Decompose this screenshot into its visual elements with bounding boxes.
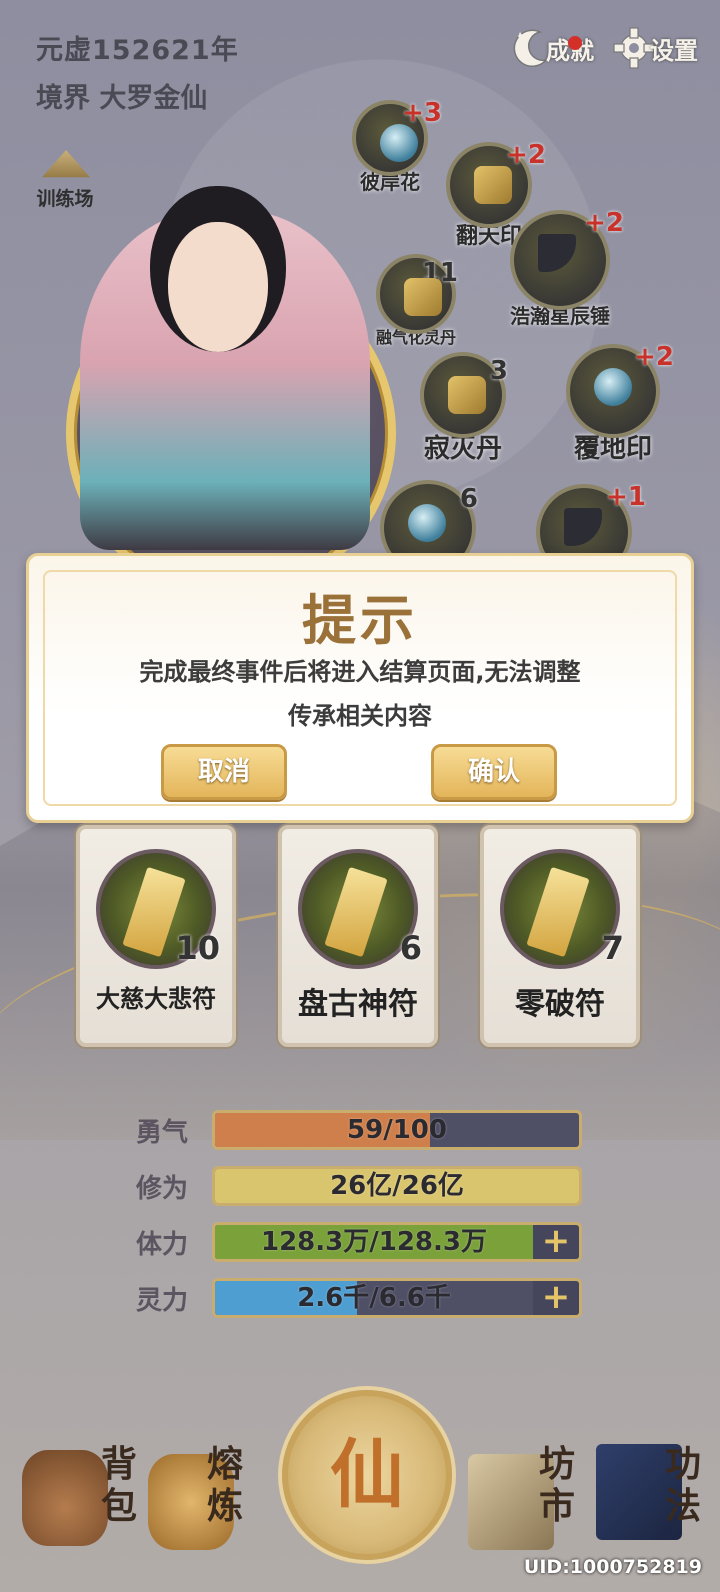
item-badge: +3: [402, 98, 442, 128]
item-badge: +1: [606, 482, 646, 512]
dialog-message: 完成最终事件后将进入结算页面,无法调整 传承相关内容: [89, 650, 631, 738]
item-bianhua[interactable]: +3 彼岸花: [352, 98, 442, 195]
nav-skills[interactable]: 功 法: [596, 1440, 716, 1560]
courage-bar: 59/100: [212, 1110, 582, 1150]
hammer-icon: +2: [510, 208, 624, 310]
cultivation-label: 修为: [136, 1174, 189, 1204]
character-head: [168, 222, 268, 352]
item-fudiyin[interactable]: +2 覆地印: [566, 342, 674, 465]
nav-smelt[interactable]: 熔 炼: [148, 1440, 278, 1560]
item-badge: +2: [584, 208, 624, 238]
item-count: 3: [489, 356, 508, 386]
dialog-title: 提示: [302, 589, 418, 652]
talisman-card[interactable]: 6 盘古神符: [278, 825, 438, 1047]
cancel-button[interactable]: 取消: [161, 744, 287, 800]
item-jimie-pill[interactable]: 3 寂灭丹: [420, 352, 508, 465]
nav-bag-label: 背 包: [100, 1444, 137, 1527]
talisman-name: 零破符: [515, 987, 605, 1022]
settings-button[interactable]: 设置: [612, 26, 698, 70]
talisman-count: 7: [601, 929, 624, 967]
talisman-card[interactable]: 10 大慈大悲符: [76, 825, 236, 1047]
bag-icon: [22, 1450, 108, 1546]
stamina-label: 体力: [136, 1230, 189, 1260]
add-spirit-button[interactable]: +: [533, 1281, 579, 1315]
talisman-name: 盘古神符: [298, 987, 418, 1022]
user-id: UID:1000752819: [523, 1556, 702, 1578]
stamina-bar: 128.3万/128.3万 +: [212, 1222, 582, 1262]
flower-icon: +3: [352, 98, 442, 176]
notification-dot: [568, 36, 582, 50]
stamina-value: 128.3万/128.3万: [261, 1227, 487, 1257]
achievement-button[interactable]: 成就: [512, 26, 594, 70]
dialog-message-line1: 完成最终事件后将进入结算页面,无法调整: [139, 658, 581, 686]
cultivate-center-button[interactable]: 仙: [282, 1390, 452, 1560]
item-haohan-hammer[interactable]: +2 浩瀚星辰锤: [510, 208, 624, 329]
talisman-card[interactable]: 7 零破符: [480, 825, 640, 1047]
settings-label: 设置: [650, 36, 698, 65]
dialog-message-line2: 传承相关内容: [288, 702, 432, 730]
nav-skills-label: 功 法: [664, 1444, 701, 1527]
chest-icon: 11: [376, 254, 458, 334]
item-rongqi-pill[interactable]: 11 融气化灵丹: [376, 254, 458, 348]
confirm-button[interactable]: 确认: [431, 744, 557, 800]
chest-icon: 3: [420, 352, 508, 438]
nav-market[interactable]: 坊 市: [466, 1440, 596, 1560]
orb-icon: +2: [566, 342, 674, 438]
item-badge: +2: [506, 140, 546, 170]
spirit-label: 灵力: [136, 1286, 189, 1316]
spirit-value: 2.6千/6.6千: [297, 1283, 451, 1313]
spirit-bar: 2.6千/6.6千 +: [212, 1278, 582, 1318]
item-count: 11: [421, 258, 458, 288]
item-count: 6: [459, 484, 478, 514]
talisman-name: 大慈大悲符: [96, 985, 216, 1013]
talisman-count: 6: [399, 929, 422, 967]
item-badge: +2: [634, 342, 674, 372]
training-ground-button[interactable]: 训练场: [36, 150, 96, 211]
courage-label: 勇气: [136, 1118, 189, 1148]
cultivation-value: 26亿/26亿: [330, 1171, 464, 1201]
confirm-dialog: 提示 完成最终事件后将进入结算页面,无法调整 传承相关内容 取消 确认: [26, 553, 694, 823]
courage-value: 59/100: [347, 1115, 447, 1145]
nav-market-label: 坊 市: [538, 1444, 575, 1527]
nav-bag[interactable]: 背 包: [18, 1440, 148, 1560]
realm-value: 大罗金仙: [99, 83, 208, 114]
nav-smelt-label: 熔 炼: [206, 1444, 243, 1527]
straw-hat-icon: [42, 150, 90, 178]
cultivation-bar: 26亿/26亿: [212, 1166, 582, 1206]
realm-label: 境界: [36, 83, 90, 114]
realm-display: 境界 大罗金仙: [36, 76, 207, 115]
talisman-count: 10: [175, 929, 220, 967]
add-stamina-button[interactable]: +: [533, 1225, 579, 1259]
era-year: 元虚152621年: [36, 35, 239, 66]
training-ground-label: 训练场: [36, 188, 94, 210]
